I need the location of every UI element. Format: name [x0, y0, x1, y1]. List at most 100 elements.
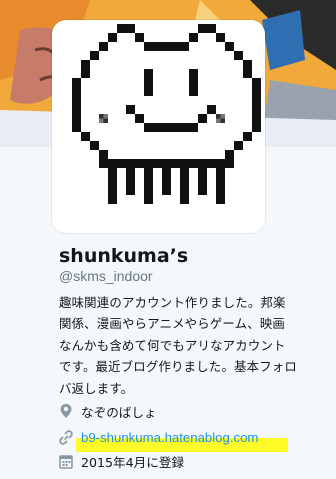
avatar-pixel	[108, 33, 117, 42]
avatar-pixel	[81, 69, 90, 78]
bio-line: です。最近ブログ作りました。基本フォロ	[59, 359, 297, 375]
screen-name[interactable]: @skms_indoor	[59, 267, 153, 285]
avatar-pixel	[144, 195, 153, 204]
avatar-pixel	[162, 42, 171, 51]
avatar-pixel	[234, 51, 243, 60]
avatar-pixel	[243, 60, 252, 69]
pixel-cat-avatar	[72, 24, 261, 204]
avatar-pixel	[108, 177, 117, 186]
avatar-pixel	[144, 78, 153, 87]
avatar-pixel	[144, 87, 153, 96]
location-row: なぞのばしょ	[59, 401, 157, 421]
avatar-cheek-pixel	[99, 114, 104, 119]
avatar-pixel	[180, 42, 189, 51]
avatar-pixel	[162, 177, 171, 186]
avatar-cheek-pixel	[103, 118, 108, 123]
avatar-pixel	[108, 168, 117, 177]
avatar-pixel	[198, 159, 207, 168]
avatar-pixel	[225, 159, 234, 168]
avatar-pixel	[189, 123, 198, 132]
avatar-pixel	[99, 42, 108, 51]
avatar-pixel	[198, 114, 207, 123]
avatar-pixel	[72, 96, 81, 105]
avatar-pixel	[252, 123, 261, 132]
avatar-pixel	[180, 195, 189, 204]
avatar-cheek-pixel	[220, 118, 225, 123]
bio-line: バ返します。	[59, 380, 134, 396]
bio-line: 関係、漫画やらアニメやらゲーム、映画	[59, 316, 286, 332]
avatar-pixel	[243, 132, 252, 141]
website-row: b9-shunkuma.hatenablog.com	[59, 427, 258, 447]
avatar-pixel	[198, 24, 207, 33]
avatar-pixel	[216, 195, 225, 204]
calendar-icon	[59, 453, 73, 469]
avatar-pixel	[144, 69, 153, 78]
avatar-pixel	[72, 123, 81, 132]
avatar-pixel	[72, 87, 81, 96]
avatar-cheek-pixel	[216, 114, 221, 119]
avatar-pixel	[216, 168, 225, 177]
avatar-cheek-pixel	[99, 118, 104, 123]
avatar-pixel	[162, 123, 171, 132]
avatar-pixel	[180, 186, 189, 195]
avatar-pixel	[126, 159, 135, 168]
avatar-pixel	[189, 159, 198, 168]
avatar-pixel	[72, 78, 81, 87]
avatar-pixel	[225, 42, 234, 51]
avatar[interactable]	[52, 20, 265, 233]
avatar-pixel	[153, 123, 162, 132]
avatar-pixel	[144, 186, 153, 195]
avatar-pixel	[126, 177, 135, 186]
avatar-pixel	[81, 60, 90, 69]
avatar-pixel	[189, 33, 198, 42]
avatar-pixel	[108, 159, 117, 168]
display-name[interactable]: shunkuma’s	[59, 244, 188, 268]
avatar-cheek-pixel	[103, 114, 108, 119]
joined-text: 2015年4月に登録	[81, 454, 185, 470]
avatar-pixel	[126, 105, 135, 114]
avatar-pixel	[135, 159, 144, 168]
avatar-pixel	[144, 168, 153, 177]
bio-line: 趣味関連のアカウント作りました。邦楽	[59, 295, 286, 310]
avatar-pixel	[117, 24, 126, 33]
avatar-pixel	[180, 123, 189, 132]
avatar-pixel	[72, 114, 81, 123]
avatar-pixel	[207, 105, 216, 114]
avatar-pixel	[99, 159, 108, 168]
avatar-pixel	[90, 51, 99, 60]
avatar-pixel	[234, 141, 243, 150]
avatar-pixel	[198, 186, 207, 195]
avatar-pixel	[243, 69, 252, 78]
avatar-pixel	[189, 78, 198, 87]
avatar-pixel	[153, 159, 162, 168]
avatar-pixel	[252, 87, 261, 96]
avatar-pixel	[216, 159, 225, 168]
avatar-pixel	[216, 33, 225, 42]
avatar-pixel	[198, 177, 207, 186]
website-link[interactable]: b9-shunkuma.hatenablog.com	[81, 430, 258, 445]
avatar-pixel	[162, 186, 171, 195]
avatar-pixel	[180, 168, 189, 177]
avatar-pixel	[144, 123, 153, 132]
avatar-pixel	[252, 105, 261, 114]
avatar-pixel	[81, 132, 90, 141]
avatar-pixel	[180, 159, 189, 168]
avatar-pixel	[198, 168, 207, 177]
avatar-cheek-pixel	[216, 118, 221, 123]
avatar-pixel	[207, 24, 216, 33]
avatar-pixel	[162, 168, 171, 177]
avatar-pixel	[207, 159, 216, 168]
avatar-pixel	[99, 150, 108, 159]
avatar-pixel	[72, 105, 81, 114]
joined-row: 2015年4月に登録	[59, 451, 184, 471]
avatar-cheek-pixel	[220, 114, 225, 119]
avatar-pixel	[153, 42, 162, 51]
map-pin-icon	[59, 403, 73, 419]
avatar-pixel	[108, 195, 117, 204]
avatar-pixel	[144, 159, 153, 168]
avatar-pixel	[162, 159, 171, 168]
avatar-pixel	[216, 177, 225, 186]
avatar-pixel	[135, 33, 144, 42]
avatar-pixel	[144, 177, 153, 186]
avatar-pixel	[252, 114, 261, 123]
